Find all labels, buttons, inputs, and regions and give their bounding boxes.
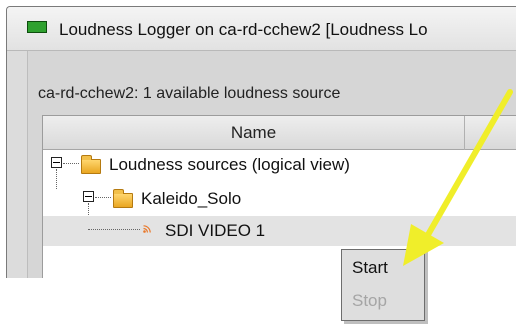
callout-arrow-icon [403, 89, 513, 266]
